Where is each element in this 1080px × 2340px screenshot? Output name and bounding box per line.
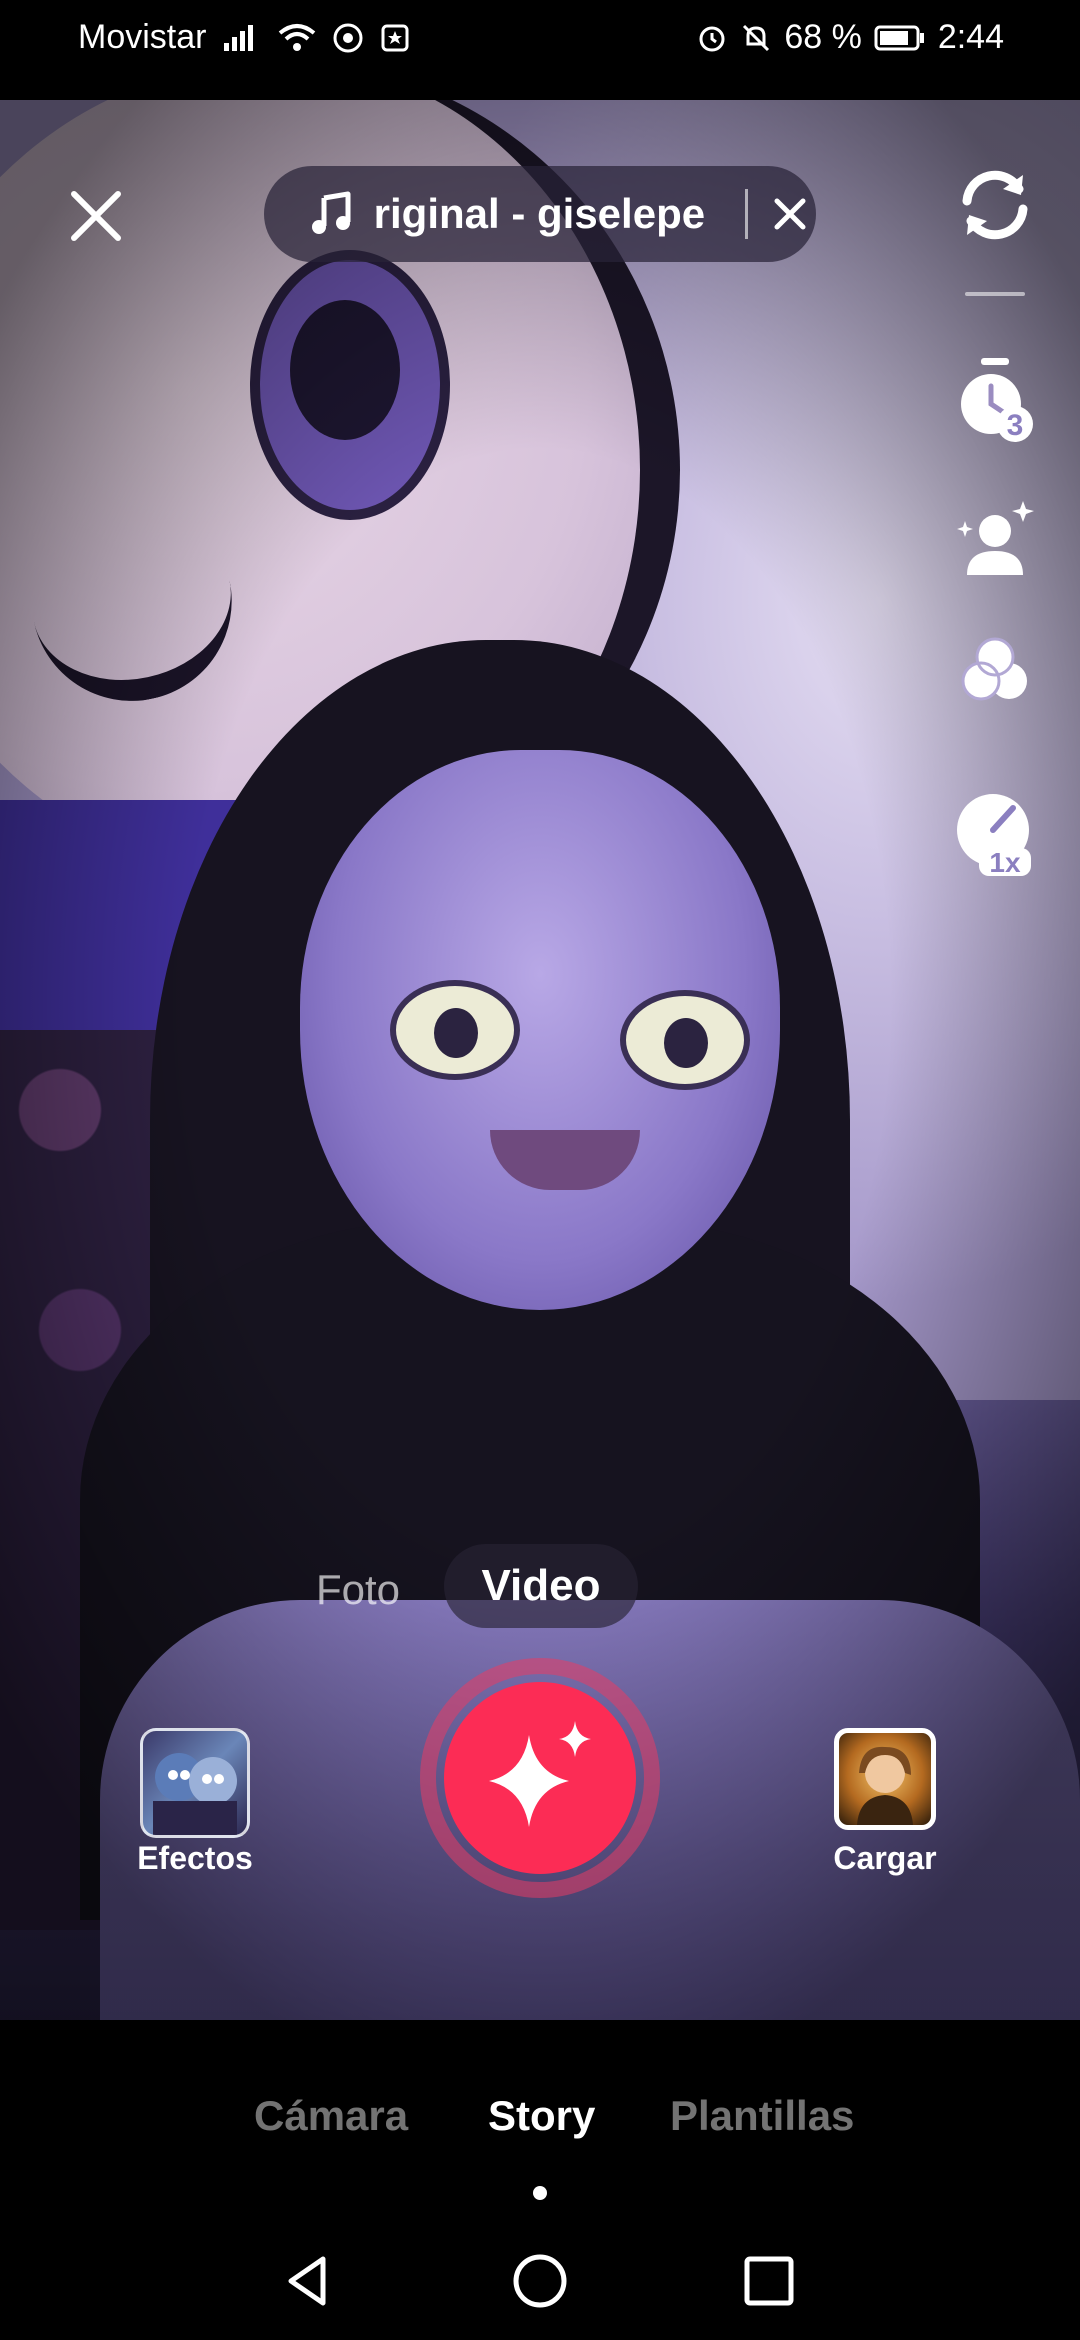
alarm-icon bbox=[696, 22, 728, 54]
effects-thumbnail-icon bbox=[153, 1753, 237, 1835]
tab-story[interactable]: Story bbox=[488, 2092, 595, 2140]
tab-camara[interactable]: Cámara bbox=[254, 2092, 408, 2140]
effects-label[interactable]: Efectos bbox=[110, 1840, 280, 1877]
timer-button[interactable]: 3 bbox=[950, 356, 1040, 446]
home-button[interactable] bbox=[505, 2246, 575, 2316]
notification-icon bbox=[380, 23, 410, 53]
battery-icon bbox=[874, 24, 926, 52]
recents-icon bbox=[744, 2256, 794, 2306]
sound-title: riginal - giselepe bbox=[373, 190, 706, 237]
effects-button[interactable] bbox=[140, 1728, 250, 1838]
record-button[interactable] bbox=[444, 1682, 636, 1874]
status-left: Movistar bbox=[78, 18, 410, 57]
speed-icon: 1x bbox=[957, 794, 1031, 876]
signal-icon bbox=[222, 23, 262, 53]
filters-icon bbox=[961, 637, 1027, 701]
toolbar-divider bbox=[965, 292, 1025, 296]
clock: 2:44 bbox=[937, 18, 1004, 56]
upload-label[interactable]: Cargar bbox=[800, 1840, 970, 1877]
speed-button[interactable]: 1x bbox=[950, 786, 1040, 876]
music-note-icon bbox=[304, 186, 360, 242]
upload-button[interactable] bbox=[834, 1728, 936, 1830]
remove-sound-button[interactable] bbox=[764, 188, 816, 240]
flip-camera-button[interactable] bbox=[950, 160, 1040, 250]
beauty-icon bbox=[957, 501, 1034, 575]
flip-camera-icon bbox=[962, 170, 1028, 240]
upload-thumbnail-icon bbox=[857, 1746, 913, 1825]
status-bar: Movistar 68 % 2:44 bbox=[0, 0, 1080, 100]
carrier-name: Movistar bbox=[78, 18, 207, 56]
mute-icon bbox=[740, 22, 772, 54]
timer-value: 3 bbox=[1007, 409, 1024, 442]
back-icon bbox=[288, 2256, 326, 2306]
whatsapp-icon bbox=[332, 22, 364, 54]
back-button[interactable] bbox=[274, 2246, 344, 2316]
close-button[interactable] bbox=[60, 180, 132, 252]
mode-foto[interactable]: Foto bbox=[296, 1554, 420, 1626]
add-sound-pill[interactable]: riginal - giselepe bbox=[264, 166, 816, 262]
recents-button[interactable] bbox=[734, 2246, 804, 2316]
bottom-tabs: Cámara Story Plantillas bbox=[0, 2020, 1080, 2220]
selected-tab-indicator bbox=[533, 2186, 547, 2200]
home-icon bbox=[513, 2254, 567, 2308]
system-navigation-bar bbox=[0, 2220, 1080, 2340]
close-icon bbox=[71, 191, 121, 241]
tab-plantillas[interactable]: Plantillas bbox=[670, 2092, 854, 2140]
sparkle-icon bbox=[489, 1721, 591, 1827]
mode-video[interactable]: Video bbox=[444, 1544, 638, 1628]
remove-sound-icon bbox=[774, 198, 806, 230]
wifi-icon bbox=[278, 23, 316, 53]
speed-value: 1x bbox=[989, 847, 1021, 876]
battery-percent: 68 % bbox=[784, 18, 862, 56]
timer-icon: 3 bbox=[961, 358, 1033, 442]
sound-divider bbox=[745, 189, 749, 239]
filters-button[interactable] bbox=[950, 624, 1040, 714]
status-right: 68 % 2:44 bbox=[696, 18, 1004, 57]
beauty-button[interactable] bbox=[950, 494, 1040, 584]
